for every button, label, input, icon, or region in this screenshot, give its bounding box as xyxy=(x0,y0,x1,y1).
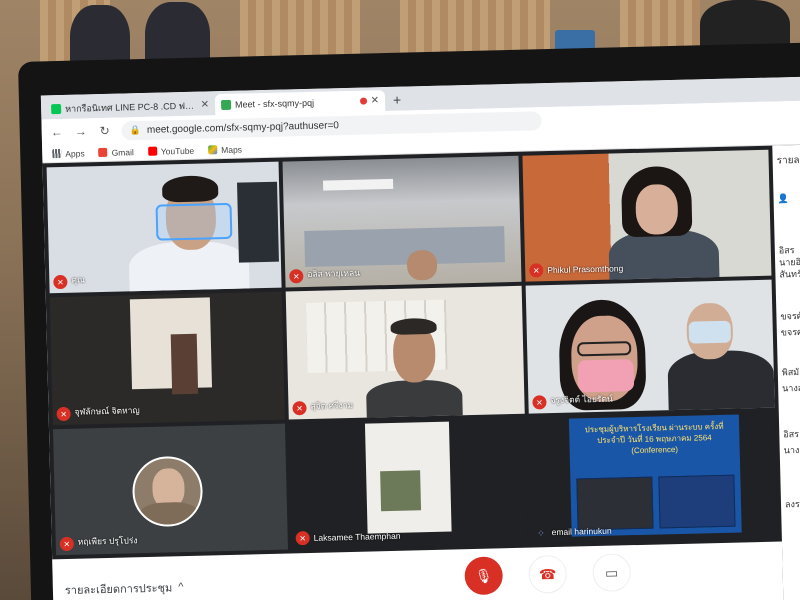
shirt xyxy=(667,349,775,413)
bookmark-label: Gmail xyxy=(111,146,134,158)
mic-off-icon: ✕ xyxy=(289,269,304,284)
face-shield xyxy=(155,202,233,241)
hair xyxy=(390,317,437,335)
audio-level-icon: ·:· xyxy=(537,527,544,538)
mic-toggle-button[interactable]: 🎙 xyxy=(464,556,504,596)
participant-grid: ✕ คุณ ✕ อลิส พายุเหลน ✕ Phikul Prasomtho… xyxy=(46,149,778,556)
side-panel-line: ขจรศั xyxy=(780,310,800,322)
url-text: meet.google.com/sfx-sqmy-pqj?authuser=0 xyxy=(146,119,340,136)
bookmark-maps[interactable]: Maps xyxy=(208,144,242,155)
uniform xyxy=(138,501,200,528)
face xyxy=(406,249,438,281)
mic-off-icon: ✕ xyxy=(53,274,68,290)
side-panel-line: ขจรศ xyxy=(780,326,800,338)
shared-slide: ประชุมผู้บริหารโรงเรียน ผ่านระบบ ครั้งที… xyxy=(568,414,742,537)
mic-off-icon: ✕ xyxy=(292,401,307,416)
room-window xyxy=(304,226,506,268)
participant-name: หฤเพียร ปรุโปร่ง xyxy=(77,535,138,547)
chevron-up-icon: ^ xyxy=(178,581,184,594)
participant-tile[interactable]: ✕ หฤเพียร ปรุโปร่ง xyxy=(52,423,288,556)
background-object xyxy=(237,181,279,263)
participant-name: Phikul Prasomthong xyxy=(547,263,624,276)
new-tab-button[interactable]: + xyxy=(385,91,410,111)
participant-tile[interactable]: ✕ จรูงจิตต์ ไอยรัตน์ xyxy=(525,279,775,414)
recording-dot-icon xyxy=(359,97,367,105)
participant-name: Laksamee Thaemphan xyxy=(313,530,401,543)
mic-off-icon: ✕ xyxy=(56,406,71,422)
monitor: หากรือนิเทศ LINE PC-8 .CD ฟร คาก 3 ✕ Mee… xyxy=(18,42,800,600)
presentation-tile[interactable]: ประชุมผู้บริหารโรงเรียน ผ่านระบบ ครั้งที… xyxy=(528,411,778,544)
participant-tile[interactable]: ✕ Phikul Prasomthong xyxy=(522,149,772,282)
mic-off-icon: ✕ xyxy=(532,395,547,410)
camera-toggle-button[interactable]: ▭ xyxy=(592,553,632,593)
reload-icon[interactable]: ↻ xyxy=(98,124,112,138)
slide-photo xyxy=(658,474,736,529)
shirt xyxy=(365,379,463,420)
side-panel-line: นางส xyxy=(783,444,800,456)
shelf xyxy=(380,470,422,512)
slide-title: ประชุมผู้บริหารโรงเรียน ผ่านระบบ ครั้งที… xyxy=(584,421,724,456)
lock-icon: 🔒 xyxy=(129,124,142,135)
face xyxy=(635,183,679,235)
bookmark-apps[interactable]: Apps xyxy=(52,148,85,159)
maps-icon xyxy=(208,145,218,155)
mic-off-icon: ✕ xyxy=(529,263,544,278)
shirt xyxy=(608,228,720,282)
slide-photo xyxy=(576,476,654,531)
bookmark-label: Apps xyxy=(65,147,85,159)
side-panel-line: สันทรั xyxy=(779,268,800,280)
glasses xyxy=(577,341,632,357)
participant-tile[interactable]: ✕ อลิส พายุเหลน xyxy=(282,155,522,288)
hair xyxy=(161,175,219,203)
participant-name: สุจิต ศรีงาม xyxy=(310,399,354,411)
side-panel-line: นางส xyxy=(782,382,800,394)
side-panel-title: รายละ xyxy=(776,154,800,167)
apps-grid-icon xyxy=(52,148,62,159)
participant-tile[interactable]: ✕ Laksamee Thaemphan xyxy=(288,417,528,550)
participant-tile[interactable]: ✕ สุจิต ศรีงาม xyxy=(285,285,525,420)
mic-off-icon: 🎙 xyxy=(474,567,493,584)
meeting-details-label: รายละเอียดการประชุม xyxy=(64,582,173,598)
meet-icon xyxy=(220,99,232,110)
participant-tile[interactable]: ✕ จุฬลักษณ์ จิตหาญ xyxy=(49,291,285,426)
hang-up-button[interactable]: ☎ xyxy=(528,554,568,594)
close-icon[interactable]: ✕ xyxy=(371,95,380,106)
bookmark-gmail[interactable]: Gmail xyxy=(98,146,134,158)
screen: หากรือนิเทศ LINE PC-8 .CD ฟร คาก 3 ✕ Mee… xyxy=(40,76,800,600)
close-icon[interactable]: ✕ xyxy=(201,99,210,110)
tab-title: Meet - sfx-sqmy-pqj xyxy=(234,97,315,110)
bookmark-youtube[interactable]: YouTube xyxy=(147,145,195,157)
camera-icon: ▭ xyxy=(604,563,619,581)
forward-arrow-icon[interactable]: → xyxy=(74,124,88,138)
participant-name: email harinukun xyxy=(551,525,612,538)
participant-name: อลิส พายุเหลน xyxy=(307,267,361,279)
face-mask xyxy=(577,359,635,393)
face-mask xyxy=(688,320,732,344)
bookmark-label: Maps xyxy=(221,144,243,155)
mic-off-icon: ✕ xyxy=(295,531,310,546)
mic-off-icon: ✕ xyxy=(59,536,74,552)
ceiling-light xyxy=(322,178,394,191)
room-door xyxy=(170,333,199,395)
avatar xyxy=(131,455,204,528)
line-icon xyxy=(51,103,62,114)
participant-name: จรูงจิตต์ ไอยรัตน์ xyxy=(550,393,613,406)
gmail-icon xyxy=(98,147,108,158)
youtube-icon xyxy=(147,146,157,156)
side-panel-line: พิสมั xyxy=(781,367,800,378)
people-icon[interactable]: 👤 xyxy=(777,193,788,204)
tab-title: หากรือนิเทศ LINE PC-8 .CD ฟร คาก 3 xyxy=(65,99,197,114)
side-panel-line: ลงร xyxy=(784,499,800,510)
meeting-details-toggle[interactable]: รายละเอียดการประชุม ^ xyxy=(65,578,184,599)
phone-hangup-icon: ☎ xyxy=(538,565,557,582)
participant-name: จุฬลักษณ์ จิตหาญ xyxy=(74,405,140,417)
meet-area: ✕ คุณ ✕ อลิส พายุเหลน ✕ Phikul Prasomtho… xyxy=(42,144,800,600)
participant-tile[interactable]: ✕ คุณ xyxy=(46,161,282,294)
back-arrow-icon[interactable]: ← xyxy=(50,125,64,139)
participant-name: คุณ xyxy=(71,274,86,285)
side-panel-line: อิสร xyxy=(783,429,800,440)
bookmark-label: YouTube xyxy=(160,145,195,157)
